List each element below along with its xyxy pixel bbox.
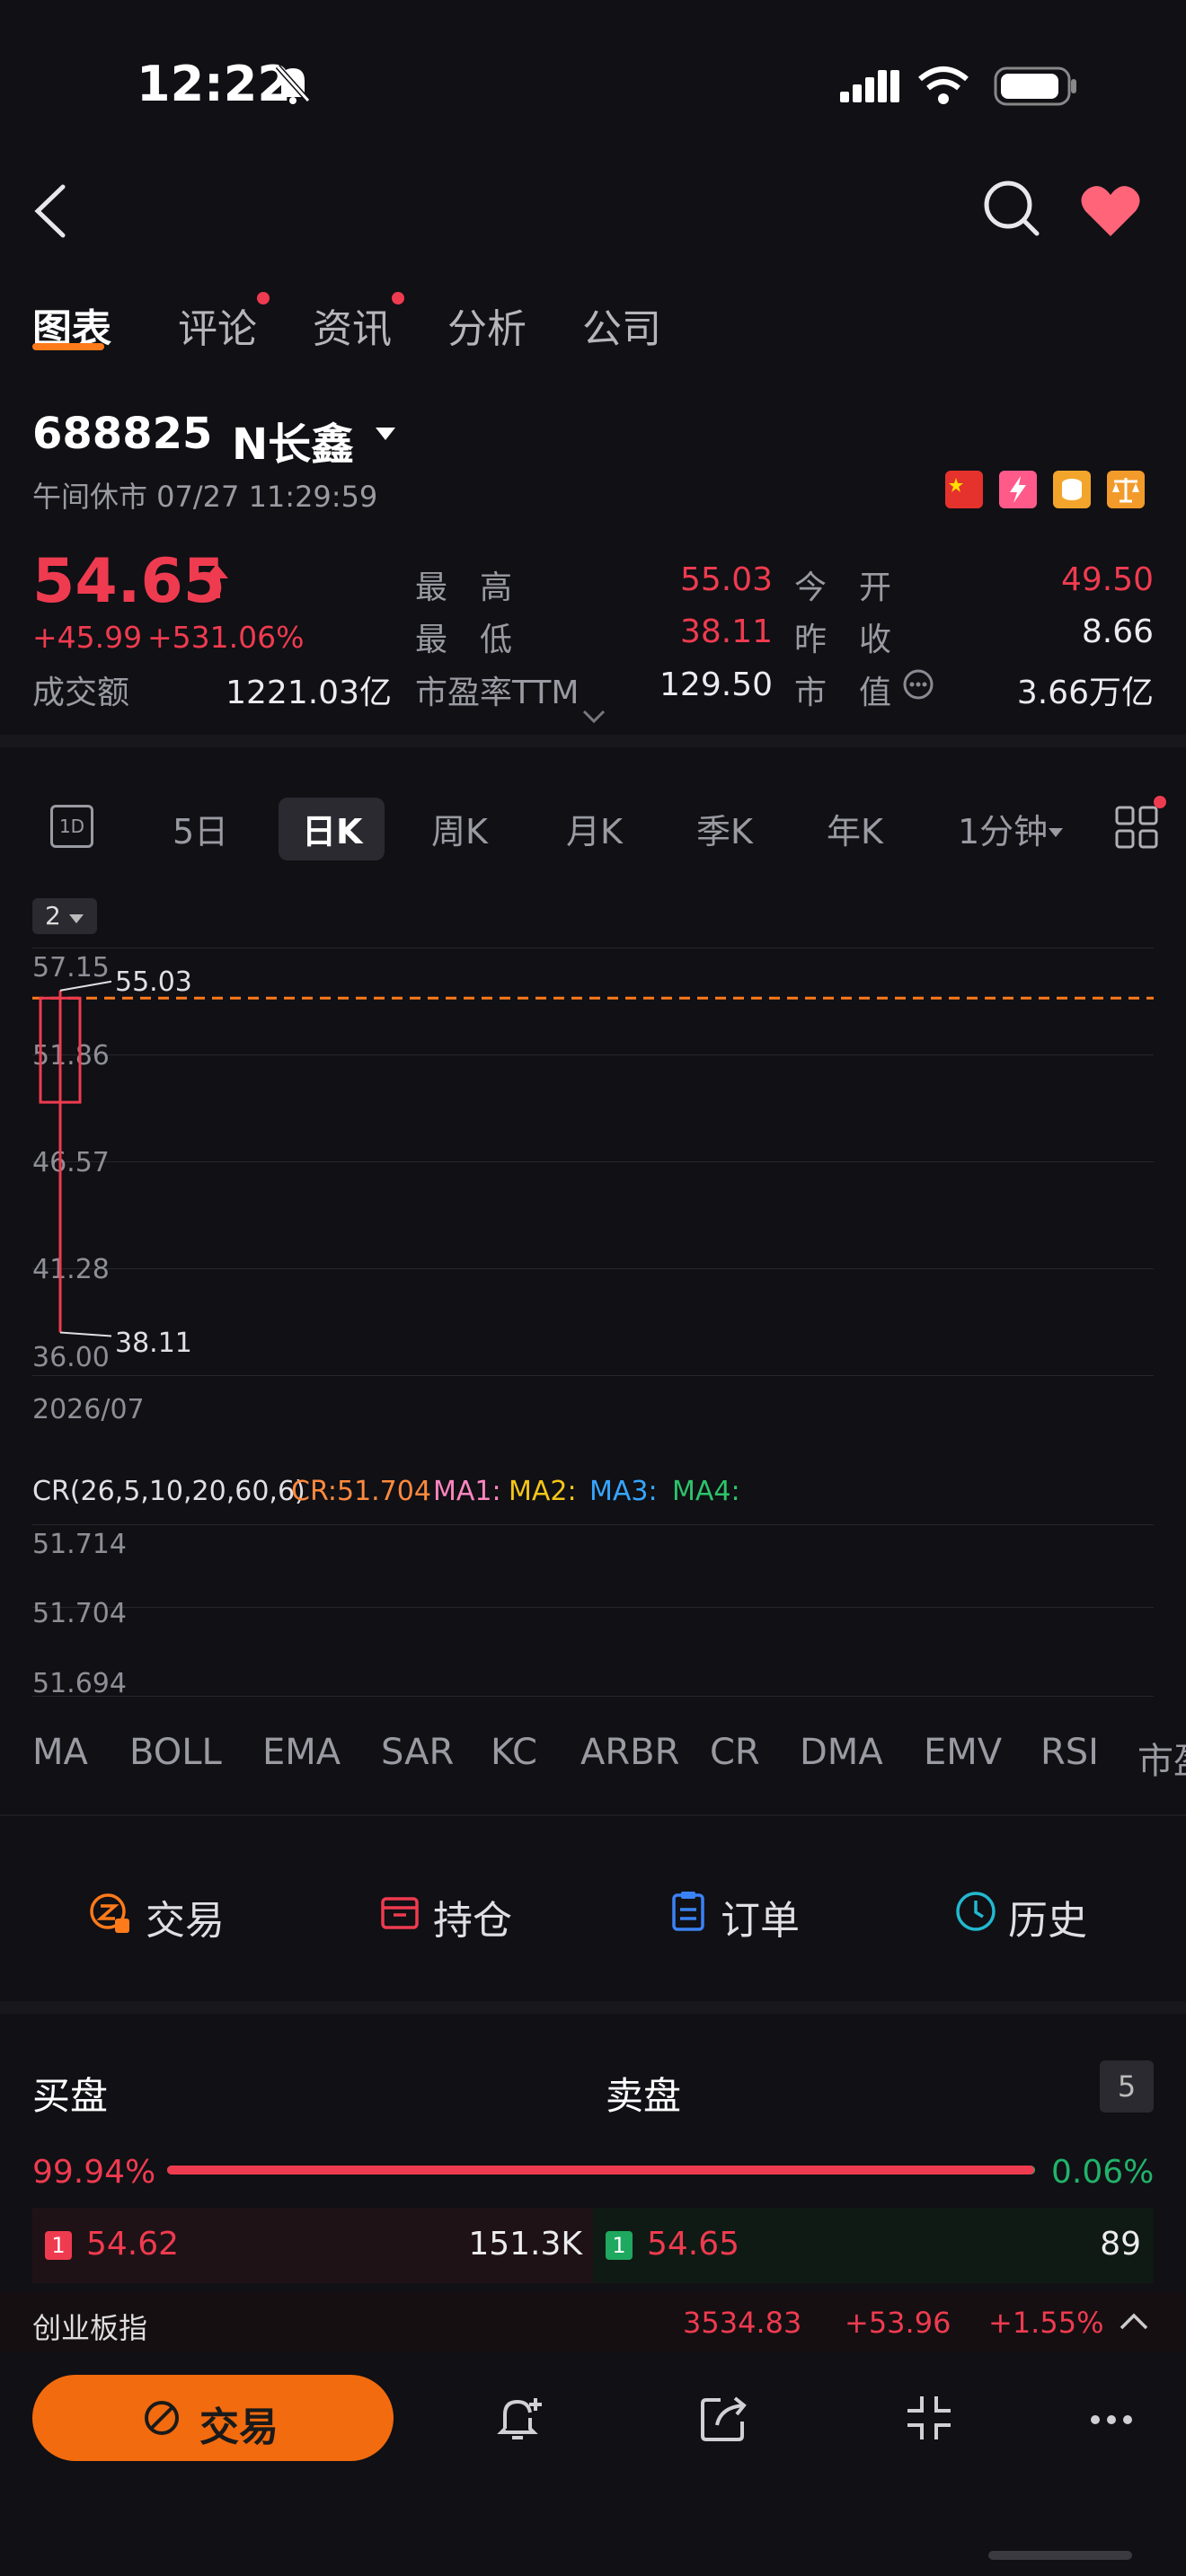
low-leader-line (59, 1331, 112, 1337)
bid-level-badge: 1 (45, 2231, 72, 2260)
bid-price[interactable]: 54.62 (86, 2226, 179, 2263)
depth-value: 5 (1117, 2069, 1137, 2104)
history-action-label[interactable]: 历史 (1008, 1888, 1087, 1945)
high-leader-line (59, 980, 112, 992)
ticker-name: 创业板指 (32, 2311, 148, 2345)
low-price-annotation: 38.11 (115, 1328, 192, 1359)
orders-action-icon[interactable] (668, 1890, 708, 1936)
cr-y-tick: 51.714 (32, 1529, 127, 1560)
sell-side-title: 卖盘 (606, 2074, 682, 2118)
trade-button-icon (142, 2398, 181, 2441)
candlestick-chart[interactable] (0, 0, 1186, 1437)
indicator-boll[interactable]: BOLL (129, 1732, 222, 1773)
ask-level-badge: 1 (606, 2231, 633, 2260)
indicator-emv[interactable]: EMV (924, 1732, 1002, 1773)
trade-action-label[interactable]: 交易 (146, 1888, 225, 1945)
history-action-icon[interactable] (954, 1890, 997, 1936)
cr-y-tick: 51.694 (32, 1668, 127, 1699)
buy-side-title: 买盘 (32, 2074, 109, 2118)
trade-action-icon[interactable] (88, 1892, 133, 1940)
ticker-expand-icon[interactable] (1118, 2310, 1150, 2335)
cr-ma4: MA4: (672, 1476, 740, 1507)
cr-ma1: MA1: (433, 1476, 501, 1507)
depth-selector[interactable]: 5 (1100, 2060, 1154, 2113)
bid-volume: 151.3K (468, 2226, 582, 2263)
cr-title: CR(26,5,10,20,60,6) (32, 1476, 305, 1507)
high-price-annotation: 55.03 (115, 966, 192, 998)
cr-ma3: MA3: (589, 1476, 658, 1507)
cr-grid-line (32, 1524, 1154, 1525)
ticker-value: 3534.83 (683, 2306, 802, 2340)
sell-ratio-pct: 0.06% (1051, 2154, 1155, 2191)
trade-button-label[interactable]: 交易 (199, 2395, 279, 2452)
orders-action-label[interactable]: 订单 (721, 1888, 800, 1945)
ticker-pct: +1.55% (988, 2306, 1104, 2340)
cr-ma2: MA2: (509, 1476, 577, 1507)
cr-grid-line (32, 1696, 1154, 1697)
x-date-label: 2026/07 (32, 1394, 145, 1425)
section-rule (0, 1814, 1186, 1816)
price-alert-icon[interactable] (492, 2391, 546, 2448)
cr-value: CR:51.704 (291, 1476, 431, 1507)
ask-volume: 89 (1100, 2226, 1141, 2263)
more-options-icon[interactable] (1089, 2413, 1134, 2430)
position-action-label[interactable]: 持仓 (433, 1888, 512, 1945)
position-action-icon[interactable] (379, 1892, 420, 1936)
buy-ratio-pct: 99.94% (32, 2154, 156, 2191)
indicator-ma[interactable]: MA (32, 1732, 88, 1773)
collapse-icon[interactable] (904, 2393, 954, 2447)
indicator-ema[interactable]: EMA (262, 1732, 341, 1773)
ratio-bar-track (167, 2166, 1035, 2175)
indicator-pe[interactable]: 市盈 (1137, 1732, 1186, 1784)
ratio-bar-buy-fill (167, 2166, 1035, 2175)
indicator-dma[interactable]: DMA (800, 1732, 883, 1773)
indicator-kc[interactable]: KC (491, 1732, 537, 1773)
section-divider (0, 2001, 1186, 2014)
ticker-change: +53.96 (845, 2306, 951, 2340)
share-icon[interactable] (697, 2391, 751, 2448)
indicator-rsi[interactable]: RSI (1040, 1732, 1099, 1773)
home-indicator (988, 2551, 1132, 2560)
cr-y-tick: 51.704 (32, 1598, 127, 1629)
indicator-arbr[interactable]: ARBR (580, 1732, 679, 1773)
ask-price[interactable]: 54.65 (647, 2226, 739, 2263)
indicator-sar[interactable]: SAR (381, 1732, 454, 1773)
indicator-cr[interactable]: CR (710, 1732, 760, 1773)
cr-grid-line (32, 1607, 1154, 1608)
